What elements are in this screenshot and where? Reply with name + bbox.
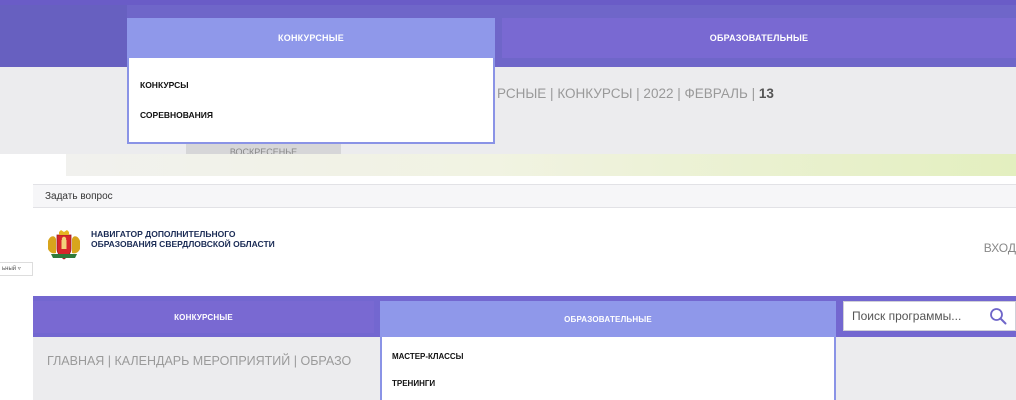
- dropdown-item-treningi[interactable]: ТРЕНИНГИ: [392, 379, 435, 388]
- dropdown-item-konkursy[interactable]: КОНКУРСЫ: [140, 80, 189, 90]
- search-input[interactable]: [844, 302, 984, 330]
- top-nav-left-shade: [0, 5, 127, 67]
- top-tab-konkursnye[interactable]: КОНКУРСНЫЕ: [127, 18, 495, 58]
- top-breadcrumb: РСНЫЕ | КОНКУРСЫ | 2022 | ФЕВРАЛЬ | 13: [497, 86, 774, 101]
- site-header: НАВИГАТОР ДОПОЛНИТЕЛЬНОГО ОБРАЗОВАНИЯ СВ…: [33, 208, 1016, 296]
- breadcrumb[interactable]: ГЛАВНАЯ | КАЛЕНДАРЬ МЕРОПРИЯТИЙ | ОБРАЗО: [47, 354, 351, 368]
- top-dropdown-menu: КОНКУРСЫ СОРЕВНОВАНИЯ: [127, 58, 495, 144]
- calendar-gradient-band: [66, 154, 1016, 176]
- search-icon[interactable]: [989, 307, 1007, 325]
- top-breadcrumb-current: 13: [758, 86, 774, 101]
- topbar: Задать вопрос: [33, 184, 1016, 208]
- dropdown-menu-obrazovatelnye: МАСТЕР-КЛАССЫ ТРЕНИНГИ: [380, 337, 836, 400]
- top-tab-obrazovatelnye[interactable]: ОБРАЗОВАТЕЛЬНЫЕ: [502, 18, 1016, 58]
- search-box: [843, 301, 1016, 331]
- side-select[interactable]: ьный ▿: [0, 262, 33, 276]
- login-link[interactable]: ВХОД: [984, 241, 1016, 255]
- tab-obrazovatelnye[interactable]: ОБРАЗОВАТЕЛЬНЫЕ: [380, 301, 836, 337]
- dropdown-item-sorevnovaniya[interactable]: СОРЕВНОВАНИЯ: [140, 110, 213, 120]
- site-brand-title[interactable]: НАВИГАТОР ДОПОЛНИТЕЛЬНОГО ОБРАЗОВАНИЯ СВ…: [91, 229, 291, 249]
- dropdown-item-master-klassy[interactable]: МАСТЕР-КЛАССЫ: [392, 352, 464, 361]
- top-screenshot-fragment: КОНКУРСНЫЕ ОБРАЗОВАТЕЛЬНЫЕ РСНЫЕ | КОНКУ…: [0, 0, 1016, 176]
- top-left-blank: [0, 154, 66, 176]
- coat-of-arms-logo[interactable]: [47, 229, 81, 261]
- ask-question-link[interactable]: Задать вопрос: [45, 191, 113, 202]
- top-breadcrumb-path[interactable]: РСНЫЕ | КОНКУРСЫ | 2022 | ФЕВРАЛЬ |: [497, 86, 755, 101]
- tab-konkursnye[interactable]: КОНКУРСНЫЕ: [33, 301, 374, 333]
